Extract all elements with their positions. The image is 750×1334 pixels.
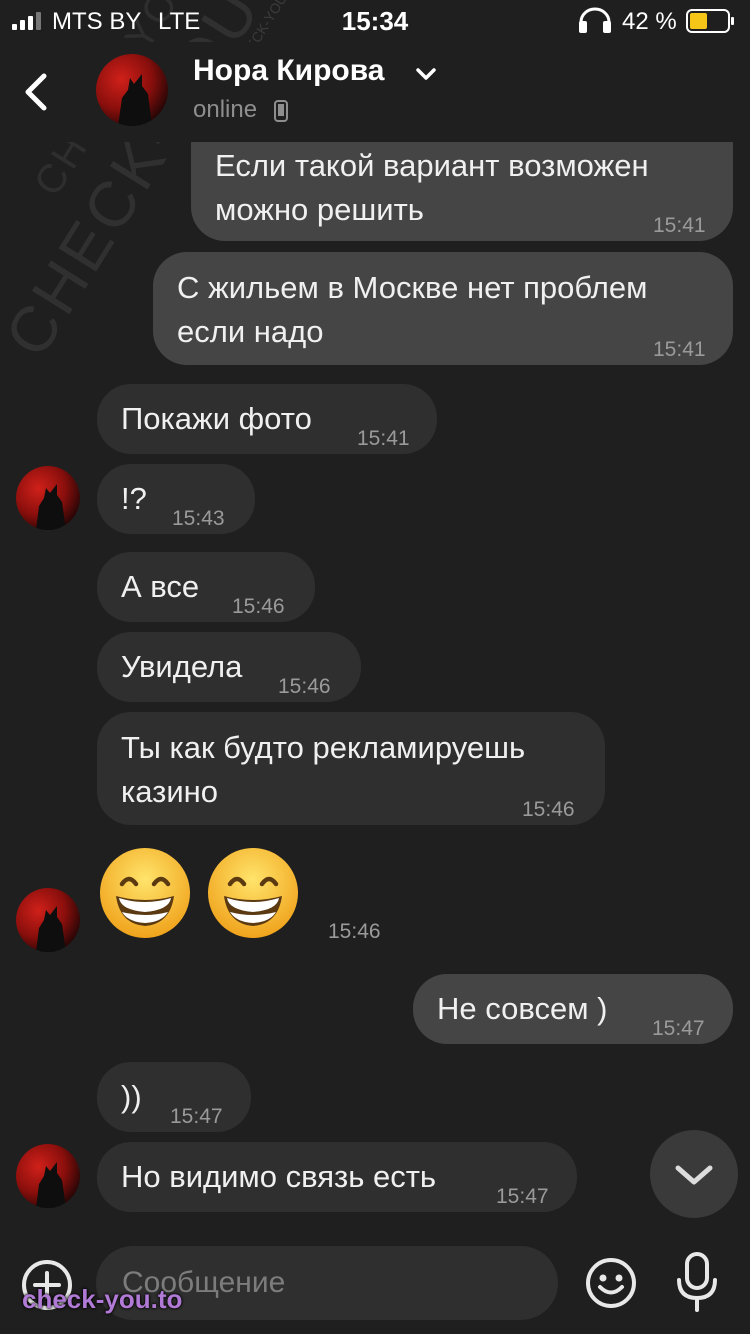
message-time: 15:47 — [496, 1185, 549, 1208]
message-time: 15:41 — [357, 427, 410, 450]
message-time: 15:46 — [232, 595, 285, 618]
contact-avatar[interactable] — [96, 54, 168, 126]
phone-icon — [274, 100, 288, 122]
message-time: 15:46 — [278, 675, 331, 698]
watermark-footer: check-you.to — [22, 1284, 183, 1314]
back-chevron-icon[interactable] — [14, 70, 58, 114]
message-text: Но видимо связь есть — [121, 1159, 437, 1194]
chevron-down-icon[interactable] — [414, 64, 438, 84]
contact-status: online — [193, 96, 258, 123]
message-text: !? — [121, 481, 147, 516]
message-bubble-incoming[interactable]: !? 15:43 — [97, 464, 255, 534]
message-text: Ты как будто рекламируешь казино — [121, 730, 526, 809]
emoji-message[interactable] — [98, 846, 300, 940]
message-text: А все — [121, 569, 200, 604]
message-time: 15:43 — [172, 507, 225, 530]
message-text: Не совсем ) — [437, 991, 608, 1026]
message-bubble-outgoing[interactable]: Если такой вариант возможен можно решить… — [191, 128, 733, 241]
sender-avatar[interactable] — [16, 888, 80, 952]
grinning-face-icon — [100, 848, 190, 938]
message-time: 15:46 — [328, 920, 381, 943]
scroll-to-bottom-button[interactable] — [650, 1130, 738, 1218]
message-bubble-incoming[interactable]: Покажи фото 15:41 — [97, 384, 437, 454]
message-bubble-incoming[interactable]: Но видимо связь есть 15:47 — [97, 1142, 577, 1212]
message-text: Покажи фото — [121, 401, 312, 436]
message-time: 15:46 — [522, 798, 575, 821]
message-text: Если такой вариант возможен можно решить — [215, 148, 649, 227]
battery-icon — [686, 9, 734, 33]
sender-avatar[interactable] — [16, 466, 80, 530]
contact-name[interactable]: Нора Кирова — [193, 54, 384, 88]
message-bubble-incoming[interactable]: Увидела 15:46 — [97, 632, 361, 702]
message-bubble-incoming[interactable]: А все 15:46 — [97, 552, 315, 622]
grinning-face-icon — [208, 848, 298, 938]
message-text: С жильем в Москве нет проблем если надо — [177, 270, 648, 349]
sender-avatar[interactable] — [16, 1144, 80, 1208]
chevron-down-icon — [675, 1165, 713, 1185]
message-time: 15:41 — [653, 214, 706, 237]
smiley-icon[interactable] — [584, 1256, 638, 1310]
headphones-icon — [579, 7, 611, 33]
battery-percent: 42 % — [622, 8, 677, 35]
message-bubble-incoming[interactable]: Ты как будто рекламируешь казино 15:46 — [97, 712, 605, 825]
chat-header: Нора Кирова online — [0, 42, 750, 142]
message-time: 15:47 — [652, 1017, 705, 1040]
message-text: )) — [121, 1079, 142, 1114]
status-bar: MTS BY LTE 15:34 42 % — [0, 0, 750, 42]
message-time: 15:41 — [653, 338, 706, 361]
message-bubble-outgoing[interactable]: Не совсем ) 15:47 — [413, 974, 733, 1044]
message-text: Увидела — [121, 649, 243, 684]
microphone-icon[interactable] — [674, 1250, 720, 1314]
message-time: 15:47 — [170, 1105, 223, 1128]
message-bubble-outgoing[interactable]: С жильем в Москве нет проблем если надо … — [153, 252, 733, 365]
message-bubble-incoming[interactable]: )) 15:47 — [97, 1062, 251, 1132]
